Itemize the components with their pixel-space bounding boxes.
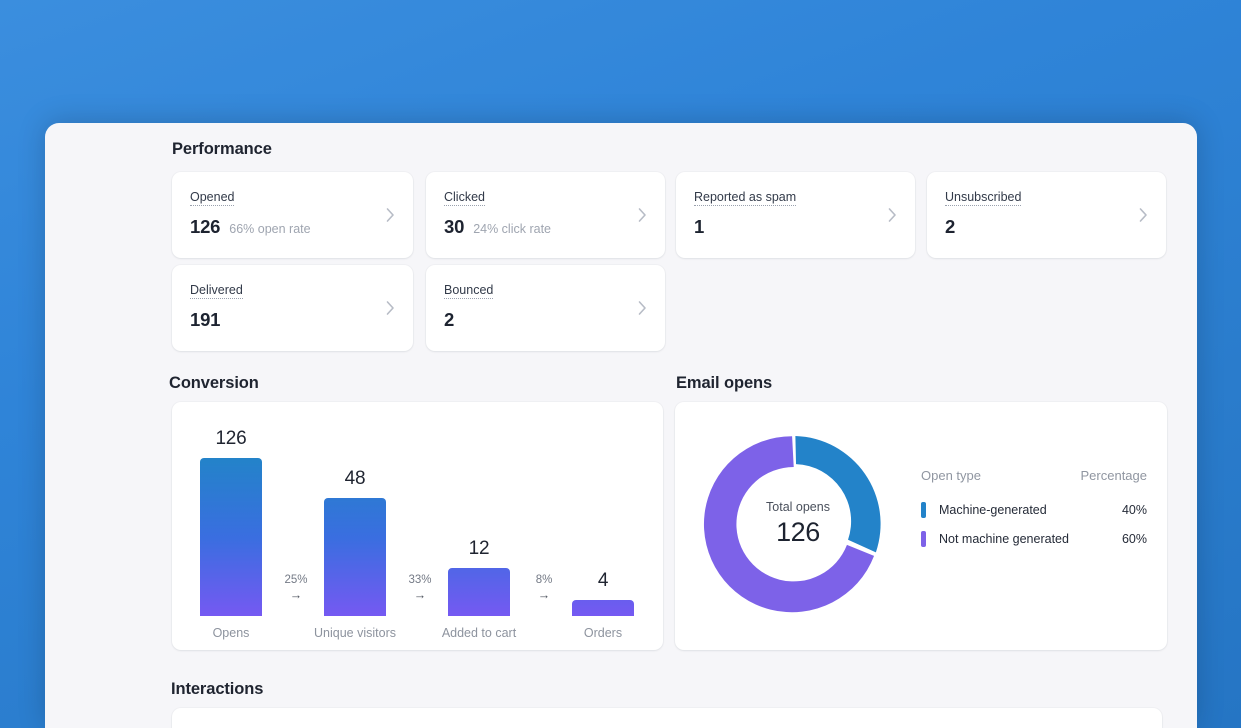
stat-label: Opened [190, 190, 235, 206]
stat-label: Unsubscribed [945, 190, 1022, 206]
chevron-right-icon[interactable] [386, 301, 395, 316]
bar[interactable] [200, 458, 262, 616]
chevron-right-icon[interactable] [888, 208, 897, 223]
legend-label: Not machine generated [939, 532, 1069, 546]
donut-center-text: Total opens 126 [698, 424, 898, 624]
stat-value: 126 [190, 216, 221, 237]
email-opens-chart-card: Total opens 126 Open type Percentage Mac… [675, 402, 1167, 650]
bar[interactable] [324, 498, 386, 616]
interactions-section-title: Interactions [171, 680, 264, 698]
dashboard-panel: Performance Opened 126 66% open rate Cli… [45, 123, 1197, 728]
bar-value-label: 126 [215, 428, 247, 449]
donut-center-value: 126 [776, 517, 820, 547]
legend-swatch-icon [921, 531, 926, 547]
arrow-right-icon: → [413, 588, 427, 602]
stat-value: 2 [945, 216, 956, 237]
stat-value: 191 [190, 309, 221, 330]
stat-card-delivered[interactable]: Delivered 191 [172, 265, 413, 351]
chevron-right-icon[interactable] [1139, 208, 1148, 223]
stat-row: 1 [694, 216, 713, 238]
legend-swatch-icon [921, 502, 926, 518]
donut-center-label: Total opens [766, 500, 830, 514]
donut-legend: Open type Percentage Machine-generated 4… [921, 468, 1147, 560]
arrow-right-icon: → [289, 588, 303, 602]
stat-card-unsubscribed[interactable]: Unsubscribed 2 [927, 172, 1166, 258]
bar-value-label: 4 [597, 570, 609, 591]
stat-label: Bounced [444, 283, 494, 299]
legend-label: Machine-generated [939, 503, 1047, 517]
bar-category-label: Orders [583, 626, 623, 640]
stat-card-opened[interactable]: Opened 126 66% open rate [172, 172, 413, 258]
stat-card-bounced[interactable]: Bounced 2 [426, 265, 665, 351]
legend-item-not-machine-generated[interactable]: Not machine generated 60% [921, 531, 1147, 547]
legend-value: 40% [1121, 503, 1147, 517]
legend-header-open-type: Open type [921, 468, 981, 483]
legend-header-row: Open type Percentage [921, 468, 1147, 483]
bar[interactable] [448, 568, 510, 616]
bar-value-label: 12 [468, 538, 490, 559]
stat-row: 2 [945, 216, 964, 238]
bar-category-label: Added to cart [441, 626, 517, 640]
step-percentage: 33% [408, 574, 432, 586]
conversion-section-title: Conversion [169, 374, 259, 392]
stat-subtext: 66% open rate [229, 222, 311, 236]
legend-value: 60% [1121, 532, 1147, 546]
stat-row: 191 [190, 309, 229, 331]
page-title: Performance [172, 140, 272, 158]
chevron-right-icon[interactable] [638, 208, 647, 223]
donut-chart: Total opens 126 [698, 424, 898, 624]
bar-category-label: Unique visitors [314, 626, 396, 640]
step-conversion-3: 8% → [522, 573, 566, 602]
stat-card-clicked[interactable]: Clicked 30 24% click rate [426, 172, 665, 258]
stat-subtext: 24% click rate [473, 222, 551, 236]
chevron-right-icon[interactable] [386, 208, 395, 223]
bar-chart: 126 Opens 25% → 48 Unique visitors 33% → [172, 402, 663, 650]
stat-card-reported-as-spam[interactable]: Reported as spam 1 [676, 172, 915, 258]
bar[interactable] [572, 600, 634, 616]
step-conversion-1: 25% → [274, 573, 318, 602]
email-opens-section-title: Email opens [676, 374, 773, 392]
bar-value-label: 48 [344, 468, 366, 489]
chevron-right-icon[interactable] [638, 301, 647, 316]
arrow-right-icon: → [537, 588, 551, 602]
bar-category-label: Opens [212, 626, 250, 640]
conversion-chart-card: 126 Opens 25% → 48 Unique visitors 33% → [172, 402, 663, 650]
step-percentage: 25% [284, 574, 308, 586]
stat-row: 2 [444, 309, 463, 331]
stat-label: Reported as spam [694, 190, 797, 206]
stat-row: 126 66% open rate [190, 216, 311, 238]
legend-item-machine-generated[interactable]: Machine-generated 40% [921, 502, 1147, 518]
stat-value: 1 [694, 216, 705, 237]
step-percentage: 8% [535, 574, 553, 586]
stat-row: 30 24% click rate [444, 216, 551, 238]
legend-header-percentage: Percentage [1080, 468, 1148, 483]
stat-value: 30 [444, 216, 465, 237]
stat-value: 2 [444, 309, 455, 330]
stat-label: Clicked [444, 190, 485, 206]
stat-label: Delivered [190, 283, 243, 299]
interactions-card [172, 708, 1162, 728]
step-conversion-2: 33% → [398, 573, 442, 602]
